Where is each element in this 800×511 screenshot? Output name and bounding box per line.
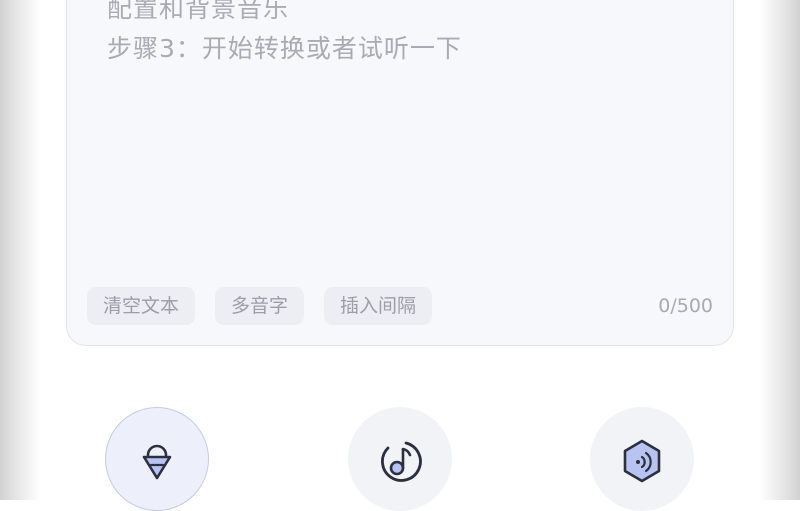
music-button[interactable] (348, 407, 452, 511)
music-note-icon (381, 441, 422, 482)
polyphone-button[interactable]: 多音字 (215, 287, 305, 325)
char-counter: 0/500 (658, 295, 713, 317)
insert-pause-button[interactable]: 插入间隔 (324, 287, 433, 325)
left-window-shadow (0, 0, 40, 500)
clear-text-button[interactable]: 清空文本 (87, 287, 196, 325)
voice-anchor-icon (142, 444, 172, 480)
text-input-card: 配置和背景音乐 步骤3：开始转换或者试听一下 清空文本 多音字 插入间隔 0/5… (66, 0, 734, 346)
right-window-shadow (760, 0, 800, 500)
text-line: 配置和背景音乐 (107, 0, 290, 23)
sound-effect-button[interactable] (590, 407, 694, 511)
sound-hexagon-icon (623, 439, 661, 483)
editor-toolbar: 清空文本 多音字 插入间隔 (87, 287, 433, 325)
text-line: 步骤3：开始转换或者试听一下 (107, 34, 462, 63)
text-editor[interactable]: 配置和背景音乐 步骤3：开始转换或者试听一下 (107, 0, 687, 69)
voice-anchor-button[interactable] (105, 407, 209, 511)
